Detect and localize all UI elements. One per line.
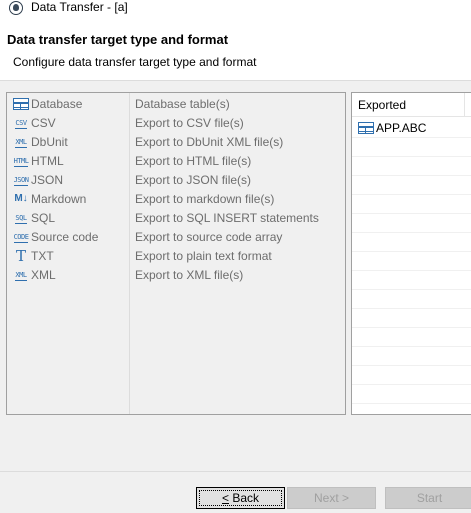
text-icon: T	[15, 246, 26, 265]
processor-description: Export to DbUnit XML file(s)	[135, 134, 284, 149]
column-header-divider	[464, 93, 465, 117]
processor-description: Export to source code array	[135, 229, 283, 244]
grid-line	[352, 327, 471, 328]
processor-row-csv[interactable]: CSV CSV Export to CSV file(s)	[7, 113, 345, 132]
processor-description: Export to JSON file(s)	[135, 172, 252, 187]
processor-row-txt[interactable]: T TXT Export to plain text format	[7, 246, 345, 265]
back-button[interactable]: < Back	[196, 487, 285, 509]
page-title: Data transfer target type and format	[7, 32, 229, 47]
processor-name-cell: XML XML	[7, 267, 129, 283]
grid-line	[352, 403, 471, 404]
processor-row-xml[interactable]: XML XML Export to XML file(s)	[7, 265, 345, 284]
grid-line	[352, 194, 471, 195]
xml-file-icon: XML	[15, 137, 27, 148]
exported-item-row[interactable]: APP.ABC	[352, 118, 426, 137]
processor-description: Export to HTML file(s)	[135, 153, 252, 168]
processor-row-markdown[interactable]: M↓ Markdown Export to markdown file(s)	[7, 189, 345, 208]
button-bar-separator	[0, 471, 471, 472]
processor-row-sql[interactable]: SQL SQL Export to SQL INSERT statements	[7, 208, 345, 227]
grid-line	[352, 175, 471, 176]
database-table-icon	[358, 122, 374, 134]
processor-description: Export to CSV file(s)	[135, 115, 244, 130]
back-mnemonic: <	[221, 491, 229, 505]
exported-tables-list[interactable]: Exported APP.ABC	[351, 92, 471, 415]
grid-line	[352, 346, 471, 347]
html-file-icon: HTML	[13, 156, 29, 167]
grid-line	[352, 384, 471, 385]
processor-row-dbunit[interactable]: XML DbUnit Export to DbUnit XML file(s)	[7, 132, 345, 151]
processor-name: XML	[31, 267, 56, 282]
grid-line	[352, 270, 471, 271]
processor-name-cell: HTML HTML	[7, 153, 129, 169]
data-transfer-dialog: Data Transfer - [a] Data transfer target…	[0, 0, 471, 513]
processor-row-json[interactable]: JSON JSON Export to JSON file(s)	[7, 170, 345, 189]
processor-description: Export to SQL INSERT statements	[135, 210, 319, 225]
grid-line	[352, 232, 471, 233]
back-label: Back	[229, 491, 260, 505]
csv-file-icon: CSV	[15, 118, 27, 129]
grid-line	[352, 308, 471, 309]
processor-name-cell: Database	[7, 97, 129, 111]
dbeaver-app-icon	[9, 1, 23, 15]
exported-column-header[interactable]: Exported	[352, 93, 471, 117]
processor-name: Markdown	[31, 191, 87, 206]
json-file-icon: JSON	[13, 175, 29, 186]
processor-name: HTML	[31, 153, 64, 168]
processor-description: Database table(s)	[135, 96, 230, 111]
grid-line	[352, 156, 471, 157]
processor-description: Export to XML file(s)	[135, 267, 244, 282]
exported-item-label: APP.ABC	[376, 120, 427, 135]
title-bar: Data Transfer - [a]	[0, 0, 471, 16]
code-file-icon: CODE	[13, 232, 29, 243]
processor-name-cell: JSON JSON	[7, 172, 129, 188]
processor-name-cell: CSV CSV	[7, 115, 129, 131]
processor-name-cell: M↓ Markdown	[7, 191, 129, 207]
markdown-icon: M↓	[14, 192, 28, 204]
processor-name: JSON	[31, 172, 64, 187]
processor-row-html[interactable]: HTML HTML Export to HTML file(s)	[7, 151, 345, 170]
page-description: Configure data transfer target type and …	[13, 55, 257, 69]
grid-line	[352, 251, 471, 252]
processor-row-source-code[interactable]: CODE Source code Export to source code a…	[7, 227, 345, 246]
grid-line	[352, 365, 471, 366]
processor-name-cell: T TXT	[7, 248, 129, 264]
grid-line	[352, 137, 471, 138]
processor-name: CSV	[31, 115, 56, 130]
database-table-icon	[13, 98, 29, 110]
processor-name: Source code	[31, 229, 99, 244]
processor-name: Database	[31, 96, 83, 111]
processor-description: Export to plain text format	[135, 248, 272, 263]
processor-name: TXT	[31, 248, 54, 263]
processor-description: Export to markdown file(s)	[135, 191, 275, 206]
processor-row-database[interactable]: Database Database table(s)	[7, 94, 345, 113]
xml-file-icon: XML	[15, 270, 27, 281]
processor-name: DbUnit	[31, 134, 68, 149]
start-button[interactable]: Start	[385, 487, 471, 509]
processor-name: SQL	[31, 210, 56, 225]
next-button[interactable]: Next >	[287, 487, 376, 509]
grid-line	[352, 213, 471, 214]
processor-name-cell: CODE Source code	[7, 229, 129, 245]
window-title: Data Transfer - [a]	[31, 0, 128, 14]
processor-name-cell: XML DbUnit	[7, 134, 129, 150]
processor-name-cell: SQL SQL	[7, 210, 129, 226]
grid-line	[352, 289, 471, 290]
wizard-header: Data transfer target type and format Con…	[0, 16, 471, 81]
sql-file-icon: SQL	[15, 213, 27, 224]
processor-table[interactable]: Database Database table(s) CSV CSV Expor…	[6, 92, 346, 415]
